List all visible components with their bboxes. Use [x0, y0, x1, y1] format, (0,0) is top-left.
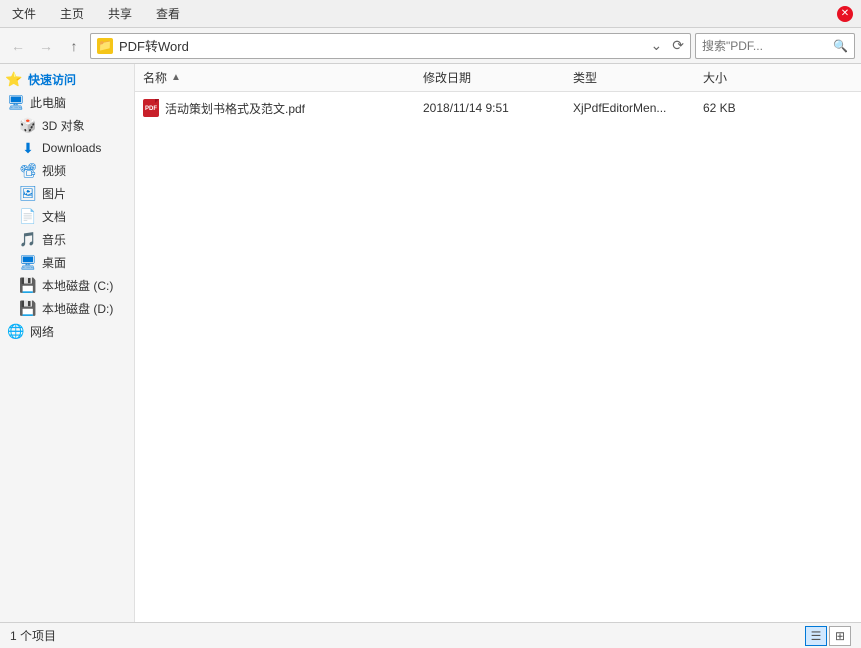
- sidebar-item-driveD[interactable]: 💾 本地磁盘 (D:): [0, 297, 134, 320]
- view-tile-icon: ⊞: [835, 629, 845, 643]
- status-bar: 1 个项目 ☰ ⊞: [0, 622, 861, 648]
- file-area: 名称 ▲ 修改日期 类型 大小 PDF 活动策划书格式及范文.p: [135, 64, 861, 622]
- file-type-cell: XjPdfEditorMen...: [569, 101, 699, 115]
- address-text: PDF转Word: [119, 36, 645, 55]
- file-size-cell: 62 KB: [699, 101, 779, 115]
- up-button[interactable]: ↑: [62, 34, 86, 58]
- sidebar-driveC-label: 本地磁盘 (C:): [42, 277, 113, 294]
- view-buttons: ☰ ⊞: [805, 626, 851, 646]
- sidebar-item-thispc[interactable]: 🖥 此电脑: [0, 91, 134, 114]
- sidebar-item-music[interactable]: 🎵 音乐: [0, 228, 134, 251]
- documents-icon: 📄: [20, 209, 36, 225]
- back-button[interactable]: ←: [6, 34, 30, 58]
- sidebar-desktop-label: 桌面: [42, 254, 66, 271]
- status-count: 1 个项目: [10, 627, 56, 644]
- sidebar-network-label: 网络: [30, 323, 54, 340]
- column-headers: 名称 ▲ 修改日期 类型 大小: [135, 64, 861, 92]
- view-detail-button[interactable]: ☰: [805, 626, 827, 646]
- sidebar-music-label: 音乐: [42, 231, 66, 248]
- music-icon: 🎵: [20, 232, 36, 248]
- view-tile-button[interactable]: ⊞: [829, 626, 851, 646]
- file-date-cell: 2018/11/14 9:51: [419, 101, 569, 115]
- table-row[interactable]: PDF 活动策划书格式及范文.pdf 2018/11/14 9:51 XjPdf…: [135, 94, 861, 122]
- nav-bar: ← → ↑ 📁 PDF转Word ⌄ ⟳ 🔍: [0, 28, 861, 64]
- sidebar-thispc-label: 此电脑: [30, 94, 66, 111]
- address-bar[interactable]: 📁 PDF转Word ⌄ ⟳: [90, 33, 691, 59]
- menu-share[interactable]: 共享: [104, 3, 136, 24]
- file-name: 活动策划书格式及范文.pdf: [165, 100, 305, 117]
- window-close-button[interactable]: ✕: [837, 6, 853, 22]
- desktop-icon: 🖥: [20, 255, 36, 271]
- sidebar-3dobjects-label: 3D 对象: [42, 117, 85, 134]
- star-icon: ⭐: [6, 72, 22, 88]
- address-refresh-icon[interactable]: ⟳: [672, 37, 684, 54]
- sidebar-driveD-label: 本地磁盘 (D:): [42, 300, 113, 317]
- col-header-date[interactable]: 修改日期: [419, 69, 569, 86]
- pictures-icon: 🖼: [20, 186, 36, 202]
- menu-view[interactable]: 查看: [152, 3, 184, 24]
- search-icon: 🔍: [833, 39, 848, 53]
- driveD-icon: 💾: [20, 301, 36, 317]
- view-detail-icon: ☰: [811, 629, 822, 643]
- file-name-cell: PDF 活动策划书格式及范文.pdf: [139, 99, 419, 117]
- col-header-type[interactable]: 类型: [569, 69, 699, 86]
- menu-bar: 文件 主页 共享 查看 ✕: [0, 0, 861, 28]
- sidebar-quickaccess-label: 快速访问: [28, 71, 76, 88]
- sidebar-item-videos[interactable]: 📽 视频: [0, 159, 134, 182]
- sidebar-item-3dobjects[interactable]: 🎲 3D 对象: [0, 114, 134, 137]
- network-icon: 🌐: [8, 324, 24, 340]
- 3d-icon: 🎲: [20, 118, 36, 134]
- col-header-name[interactable]: 名称 ▲: [139, 69, 419, 86]
- folder-icon: 📁: [97, 38, 113, 54]
- sidebar-item-downloads[interactable]: ⬇ Downloads: [0, 137, 134, 159]
- sidebar-item-documents[interactable]: 📄 文档: [0, 205, 134, 228]
- sidebar-documents-label: 文档: [42, 208, 66, 225]
- forward-button[interactable]: →: [34, 34, 58, 58]
- search-input[interactable]: [702, 39, 833, 53]
- sidebar-item-driveC[interactable]: 💾 本地磁盘 (C:): [0, 274, 134, 297]
- sidebar: ⭐ 快速访问 🖥 此电脑 🎲 3D 对象 ⬇ Downloads 📽 视频 🖼 …: [0, 64, 135, 622]
- search-bar[interactable]: 🔍: [695, 33, 855, 59]
- video-icon: 📽: [20, 163, 36, 179]
- download-icon: ⬇: [20, 140, 36, 156]
- driveC-icon: 💾: [20, 278, 36, 294]
- pc-icon: 🖥: [8, 95, 24, 111]
- main-area: ⭐ 快速访问 🖥 此电脑 🎲 3D 对象 ⬇ Downloads 📽 视频 🖼 …: [0, 64, 861, 622]
- refresh-button[interactable]: ⌄: [651, 37, 663, 54]
- sidebar-item-desktop[interactable]: 🖥 桌面: [0, 251, 134, 274]
- sidebar-item-network[interactable]: 🌐 网络: [0, 320, 134, 343]
- col-header-size[interactable]: 大小: [699, 69, 779, 86]
- pdf-file-icon: PDF: [143, 99, 159, 117]
- menu-home[interactable]: 主页: [56, 3, 88, 24]
- menu-file[interactable]: 文件: [8, 3, 40, 24]
- sort-arrow-name: ▲: [171, 72, 181, 83]
- file-list: PDF 活动策划书格式及范文.pdf 2018/11/14 9:51 XjPdf…: [135, 92, 861, 622]
- sidebar-item-quickaccess-header[interactable]: ⭐ 快速访问: [0, 68, 134, 91]
- sidebar-videos-label: 视频: [42, 162, 66, 179]
- sidebar-item-pictures[interactable]: 🖼 图片: [0, 182, 134, 205]
- sidebar-pictures-label: 图片: [42, 185, 66, 202]
- sidebar-downloads-label: Downloads: [42, 141, 101, 155]
